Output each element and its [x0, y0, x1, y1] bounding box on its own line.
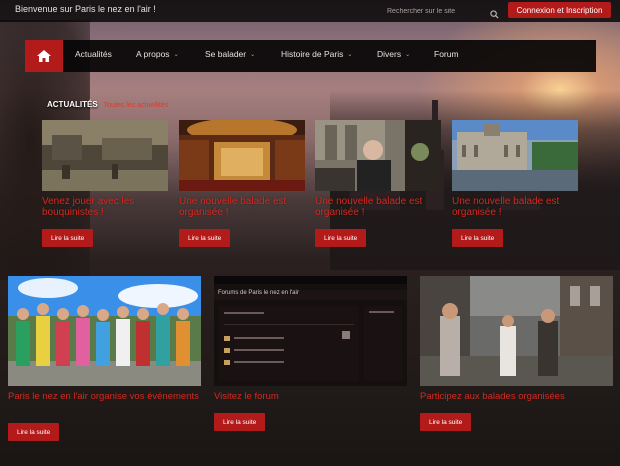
news-header: ACTUALITÉS Toutes les actuellités — [47, 100, 168, 109]
search-icon[interactable] — [490, 6, 499, 19]
nav-item-label: Forum — [434, 49, 459, 59]
nav-item-a-propos[interactable]: A propos ⌄ — [136, 49, 179, 59]
nav-item-actualites[interactable]: Actualités — [75, 49, 112, 59]
panel-walks: Participez aux balades organisées — [420, 276, 613, 402]
chevron-down-icon: ⌄ — [173, 51, 179, 58]
nav-item-histoire-de-paris[interactable]: Histoire de Paris ⌄ — [281, 49, 352, 59]
panel-image-walk[interactable] — [420, 276, 613, 386]
main-nav: Actualités A propos ⌄ Se balader ⌄ Histo… — [25, 40, 596, 72]
nav-item-label: Se balader — [205, 49, 247, 59]
forum-preview-heading: Forums de Paris le nez en l'air — [218, 290, 299, 296]
news-title: ACTUALITÉS — [47, 100, 98, 109]
news-image-guide[interactable] — [315, 120, 441, 191]
read-more-button[interactable]: Lire la suite — [42, 229, 94, 247]
news-card: Une nouvelle balade est organisée ! — [452, 120, 578, 220]
welcome-text: Bienvenue sur Paris le nez en l'air ! — [15, 4, 156, 14]
panel-image-group[interactable] — [8, 276, 201, 386]
read-more-button[interactable]: Lire la suite — [315, 229, 367, 247]
search-input[interactable] — [382, 4, 500, 18]
news-card-title[interactable]: Une nouvelle balade est organisée ! — [315, 196, 441, 220]
nav-item-divers[interactable]: Divers ⌄ — [377, 49, 410, 59]
panel-title[interactable]: Participez aux balades organisées — [420, 391, 613, 402]
nav-item-label: Actualités — [75, 49, 112, 59]
nav-item-label: Histoire de Paris — [281, 49, 344, 59]
chevron-down-icon: ⌄ — [405, 51, 411, 58]
nav-item-forum[interactable]: Forum — [434, 49, 459, 59]
news-card: Venez jouer avec les bouquinistes ! — [42, 120, 168, 220]
news-card-title[interactable]: Une nouvelle balade est organisée ! — [452, 196, 578, 220]
nav-item-se-balader[interactable]: Se balader ⌄ — [205, 49, 255, 59]
home-icon — [37, 50, 51, 62]
read-more-button[interactable]: Lire la suite — [179, 229, 231, 247]
read-more-button[interactable]: Lire la suite — [8, 423, 60, 441]
news-card: Une nouvelle balade est organisée ! — [315, 120, 441, 220]
login-register-button[interactable]: Connexion et Inscription — [508, 2, 611, 18]
news-image-bouquinistes[interactable] — [42, 120, 168, 191]
read-more-button[interactable]: Lire la suite — [452, 229, 504, 247]
news-card-title[interactable]: Venez jouer avec les bouquinistes ! — [42, 196, 168, 220]
panel-image-forum-screenshot[interactable]: Forums de Paris le nez en l'air — [214, 276, 407, 386]
read-more-button[interactable]: Lire la suite — [420, 413, 472, 431]
top-bar: Bienvenue sur Paris le nez en l'air ! Co… — [0, 0, 620, 22]
news-card: Une nouvelle balade est organisée ! — [179, 120, 305, 220]
panel-events: Paris le nez en l'air organise vos événe… — [8, 276, 201, 402]
panel-title[interactable]: Visitez le forum — [214, 391, 407, 402]
chevron-down-icon: ⌄ — [347, 51, 353, 58]
panel-title[interactable]: Paris le nez en l'air organise vos événe… — [8, 391, 201, 402]
home-button[interactable] — [25, 40, 63, 72]
panel-forum: Forums de Paris le nez en l'air Visitez … — [214, 276, 407, 402]
all-news-link[interactable]: Toutes les actuellités — [104, 102, 169, 109]
nav-item-label: Divers — [377, 49, 402, 59]
news-image-opera[interactable] — [179, 120, 305, 191]
nav-item-label: A propos — [136, 49, 170, 59]
news-card-title[interactable]: Une nouvelle balade est organisée ! — [179, 196, 305, 220]
news-image-building[interactable] — [452, 120, 578, 191]
read-more-button[interactable]: Lire la suite — [214, 413, 266, 431]
chevron-down-icon: ⌄ — [250, 51, 256, 58]
